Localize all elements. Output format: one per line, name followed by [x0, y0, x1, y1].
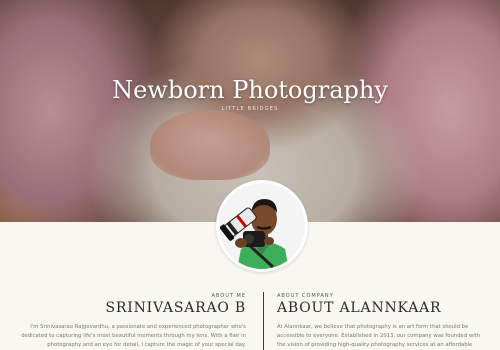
about-company-label: ABOUT COMPANY [277, 293, 334, 299]
about-company-text: At Alannkaar, we believe that photograph… [277, 324, 481, 348]
hero-subtitle: LITTLE BRIDGES [221, 106, 279, 112]
about-me-label: ABOUT ME [211, 293, 246, 299]
about-me-title: SRINIVASARAO B [105, 300, 246, 316]
photographer-portrait-icon [219, 183, 305, 269]
column-divider [263, 292, 264, 350]
hero-title: Newborn Photography [112, 76, 388, 104]
about-me-text: I'm Srinivasarao Rajgovardhu, a passiona… [21, 324, 246, 348]
about-company-title: ABOUT ALANNKAAR [277, 300, 442, 316]
hero-image-hands [150, 110, 270, 180]
photographer-avatar [216, 180, 308, 272]
